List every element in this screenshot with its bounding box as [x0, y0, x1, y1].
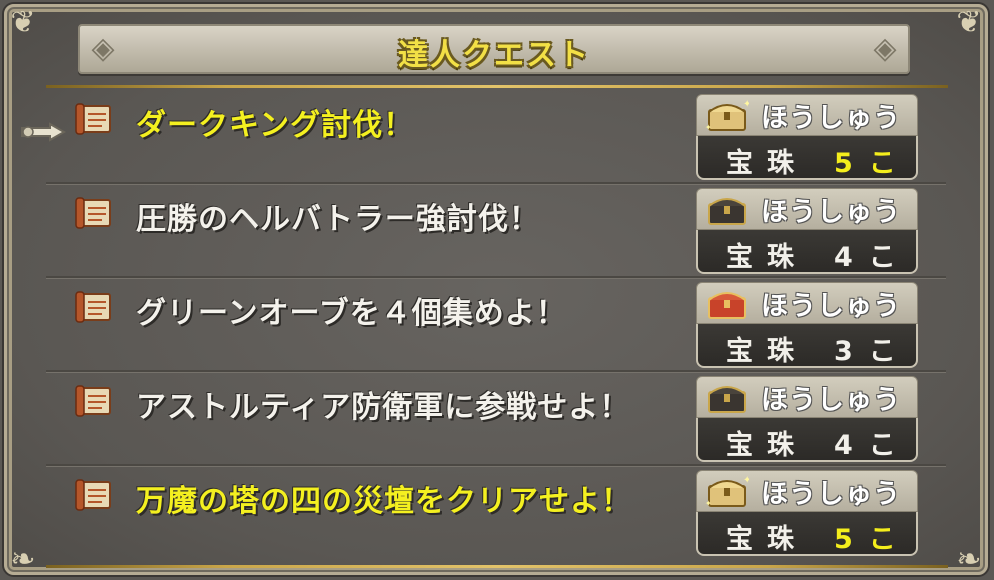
scroll-icon — [75, 103, 111, 135]
quest-name: グリーンオーブを４個集めよ！ — [136, 296, 567, 331]
quest-name: アストルティア防衛軍に参戦せよ！ — [136, 390, 631, 425]
reward-label: ほうしゅう — [761, 385, 901, 416]
svg-text:✦: ✦ — [743, 475, 749, 486]
quest-name: 圧勝のヘルバトラー強討伐！ — [136, 202, 540, 237]
quest-row[interactable]: ダークキング討伐！ ✦ ✦ ほうしゅう 宝珠 5こ — [46, 90, 946, 184]
reward-count: 5こ — [834, 524, 912, 555]
reward-label: ほうしゅう — [761, 479, 901, 510]
reward-item-name: 宝珠 — [726, 242, 808, 273]
reward-box: ほうしゅう 宝珠 4こ — [696, 188, 918, 274]
reward-label: ほうしゅう — [761, 103, 901, 134]
reward-box: ほうしゅう 宝珠 3こ — [696, 282, 918, 368]
reward-item-name: 宝珠 — [726, 430, 808, 461]
dark-chest-icon — [708, 386, 746, 413]
gold-divider — [46, 565, 948, 568]
svg-text:✦: ✦ — [743, 99, 749, 110]
gold-chest-icon: ✦ ✦ — [705, 99, 749, 132]
title-bar: ◈ 達人クエスト ◈ — [78, 24, 910, 74]
reward-box: ✦ ✦ ほうしゅう 宝珠 5こ — [696, 94, 918, 180]
quest-row[interactable]: アストルティア防衛軍に参戦せよ！ ほうしゅう 宝珠 4こ — [46, 372, 946, 466]
pointer-hand-icon — [21, 122, 67, 142]
quest-name: ダークキング討伐！ — [136, 108, 415, 143]
svg-text:✦: ✦ — [705, 123, 712, 132]
reward-count: 4こ — [834, 242, 912, 273]
ornament-corner-icon: ❧ — [10, 542, 36, 577]
reward-item-name: 宝珠 — [726, 524, 808, 555]
svg-text:✦: ✦ — [705, 499, 712, 508]
scroll-icon — [75, 479, 111, 511]
reward-item-name: 宝珠 — [726, 148, 808, 179]
window-title: 達人クエスト — [398, 38, 590, 73]
reward-label: ほうしゅう — [761, 197, 901, 228]
scroll-icon — [75, 385, 111, 417]
quest-row[interactable]: 圧勝のヘルバトラー強討伐！ ほうしゅう 宝珠 4こ — [46, 184, 946, 278]
reward-item-name: 宝珠 — [726, 336, 808, 367]
reward-count: 5こ — [834, 148, 912, 179]
quest-list: ダークキング討伐！ ✦ ✦ ほうしゅう 宝珠 5こ 圧勝のヘルバトラー強討伐！ … — [46, 90, 946, 560]
reward-count: 4こ — [834, 430, 912, 461]
gold-chest-icon: ✦ ✦ — [705, 475, 749, 508]
ornament-corner-icon: ❦ — [956, 5, 982, 40]
quest-row[interactable]: 万魔の塔の四の災壇をクリアせよ！ ✦ ✦ ほうしゅう 宝珠 5こ — [46, 466, 946, 560]
reward-box: ✦ ✦ ほうしゅう 宝珠 5こ — [696, 470, 918, 556]
gold-divider — [46, 85, 948, 88]
dark-chest-icon — [708, 198, 746, 225]
diamond-ornament-icon: ◈ — [873, 31, 897, 66]
quest-row[interactable]: グリーンオーブを４個集めよ！ ほうしゅう 宝珠 3こ — [46, 278, 946, 372]
quest-name: 万魔の塔の四の災壇をクリアせよ！ — [136, 484, 632, 519]
ornament-corner-icon: ❧ — [956, 542, 982, 577]
scroll-icon — [75, 291, 111, 323]
reward-label: ほうしゅう — [761, 291, 901, 322]
reward-box: ほうしゅう 宝珠 4こ — [696, 376, 918, 462]
scroll-icon — [75, 197, 111, 229]
red-chest-icon — [708, 292, 746, 319]
ornament-corner-icon: ❦ — [10, 5, 36, 40]
reward-count: 3こ — [834, 336, 912, 367]
